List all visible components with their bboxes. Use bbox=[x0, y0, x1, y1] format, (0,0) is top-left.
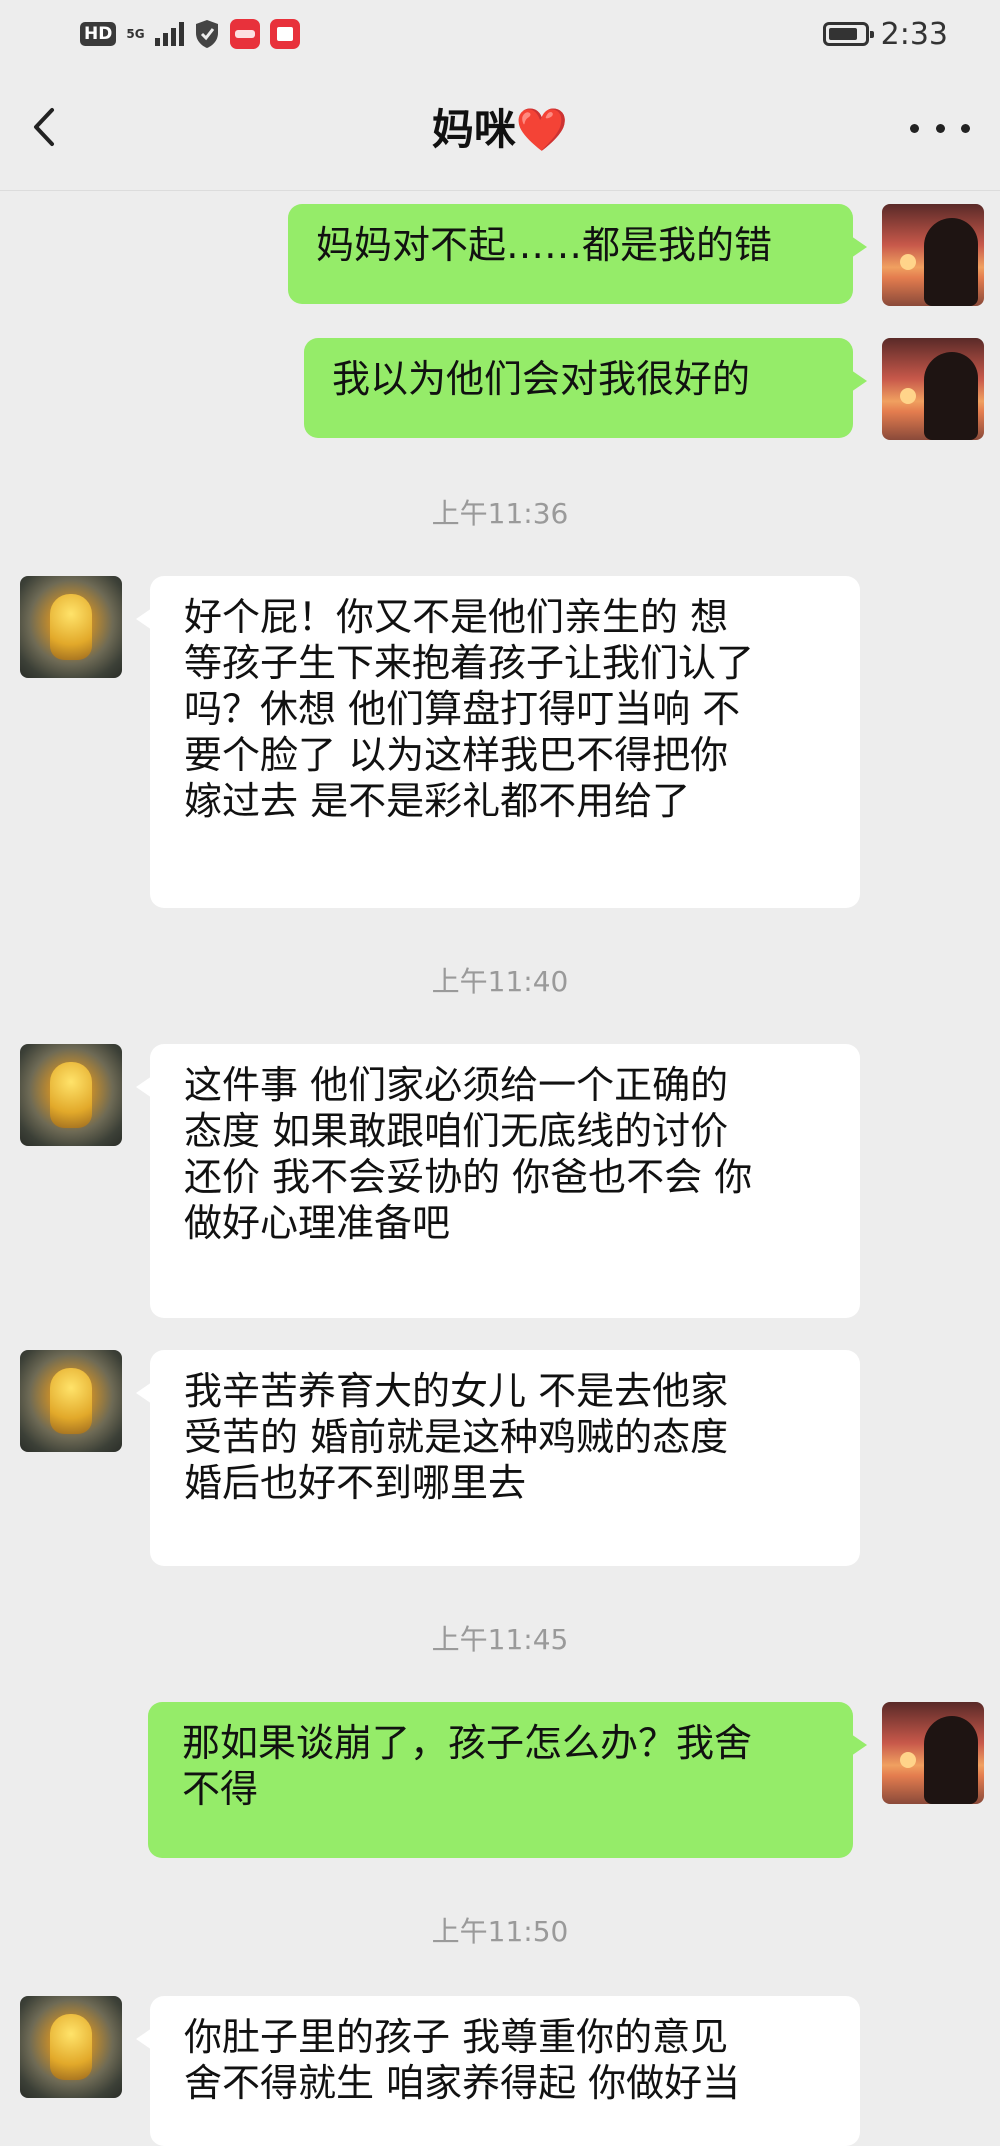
message-timestamp: 上午11:36 bbox=[431, 497, 569, 530]
my-avatar[interactable] bbox=[882, 204, 984, 306]
chat-title: 妈咪❤️ bbox=[0, 96, 1000, 157]
shield-icon bbox=[195, 20, 218, 48]
mom-message-bubble[interactable]: 好个屁！你又不是他们亲生的 想 等孩子生下来抱着孩子让我们认了 吗？休想 他们算… bbox=[136, 576, 860, 908]
status-right: 2:33 bbox=[822, 14, 948, 54]
mom-avatar[interactable] bbox=[20, 1044, 122, 1146]
mom-avatar[interactable] bbox=[20, 1350, 122, 1452]
heart-emoji: ❤️ bbox=[515, 105, 569, 154]
mom-message-bubble[interactable]: 这件事 他们家必须给一个正确的 态度 如果敢跟咱们无底线的讨价 还价 我不会妥协… bbox=[136, 1044, 860, 1318]
app-notification-icon-2 bbox=[269, 19, 300, 49]
mom-avatar[interactable] bbox=[20, 1996, 122, 2098]
battery-icon bbox=[822, 22, 874, 46]
message-timestamp: 上午11:45 bbox=[431, 1623, 569, 1656]
my-message-bubble[interactable]: 妈妈对不起……都是我的错 bbox=[288, 204, 867, 304]
clock: 2:33 bbox=[880, 16, 948, 52]
my-avatar[interactable] bbox=[882, 338, 984, 440]
status-bar: HD 5G 2:33 bbox=[0, 0, 1000, 66]
my-avatar[interactable] bbox=[882, 1702, 984, 1804]
contact-name: 妈咪 bbox=[431, 105, 516, 154]
my-message-bubble[interactable]: 我以为他们会对我很好的 bbox=[304, 338, 867, 438]
more-icon[interactable] bbox=[910, 108, 970, 148]
my-message-bubble[interactable]: 那如果谈崩了，孩子怎么办？我舍 不得 bbox=[148, 1702, 867, 1858]
chat-header: 妈咪❤️ bbox=[0, 66, 1000, 191]
message-timestamp: 上午11:40 bbox=[431, 965, 569, 998]
mom-message-bubble[interactable]: 我辛苦养育大的女儿 不是去他家 受苦的 婚前就是这种鸡贼的态度 婚后也好不到哪里… bbox=[136, 1350, 860, 1566]
app-notification-icon bbox=[229, 19, 260, 49]
hd-badge: HD bbox=[80, 22, 117, 46]
network-type: 5G bbox=[126, 27, 145, 41]
message-timestamp: 上午11:50 bbox=[431, 1915, 569, 1948]
mom-avatar[interactable] bbox=[20, 576, 122, 678]
signal-icon bbox=[154, 22, 184, 46]
mom-message-bubble[interactable]: 你肚子里的孩子 我尊重你的意见 舍不得就生 咱家养得起 你做好当 bbox=[136, 1996, 860, 2146]
status-left: HD 5G bbox=[80, 14, 300, 54]
